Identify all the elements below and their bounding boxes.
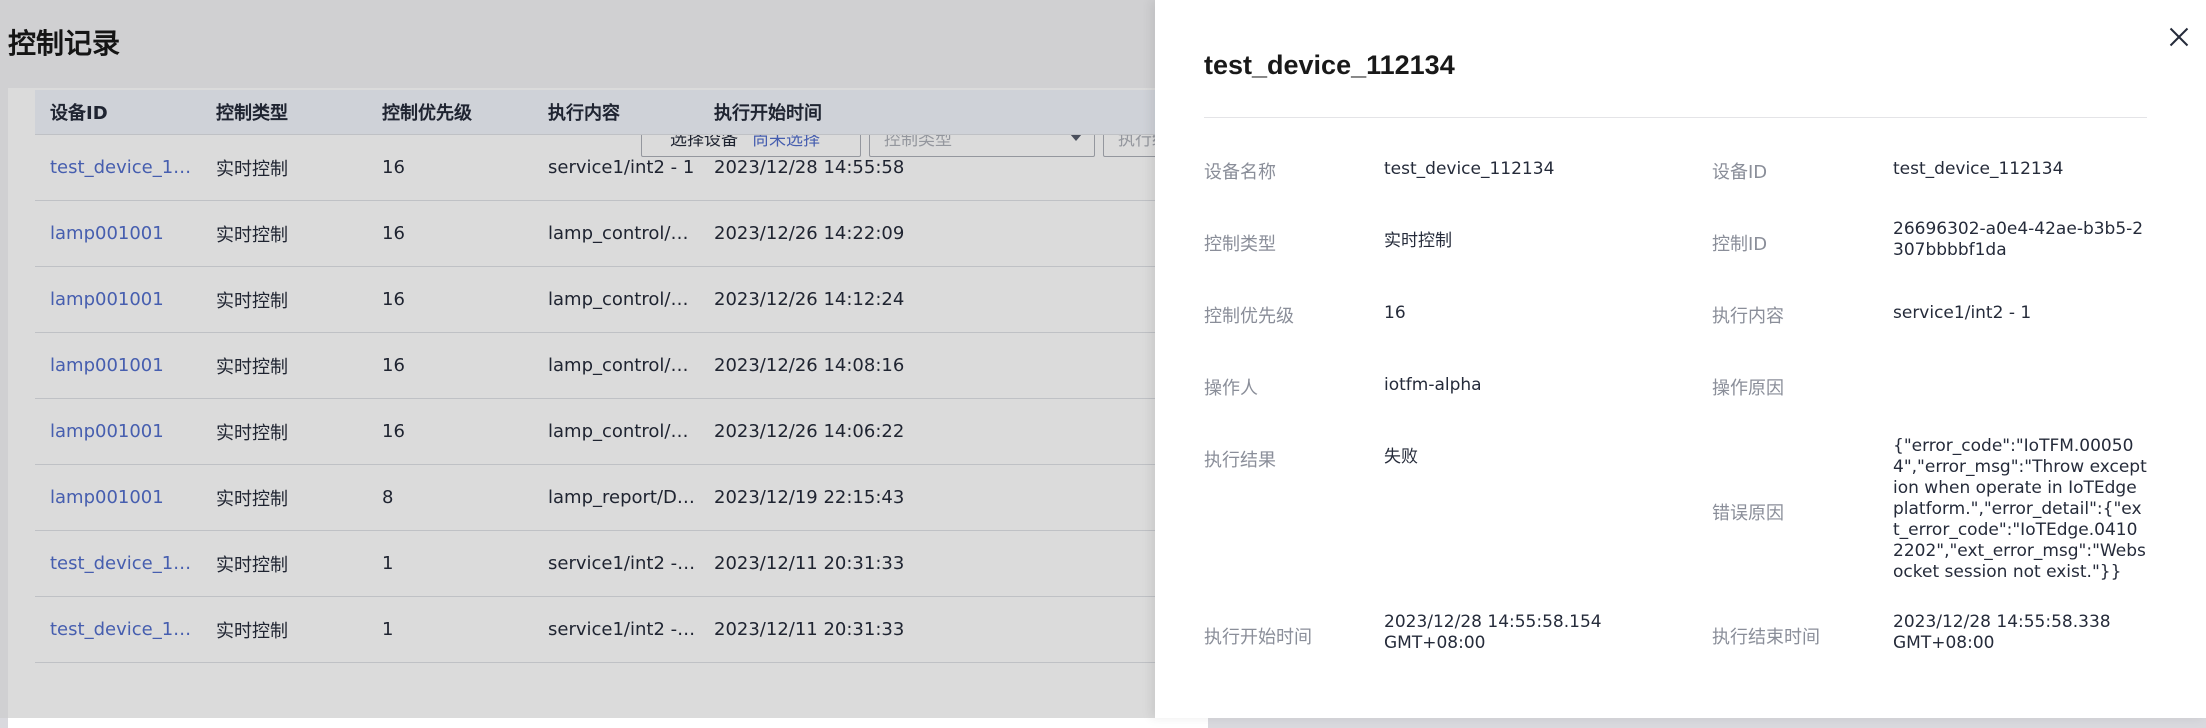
start-time-value: 2023/12/28 14:55:58.154 GMT+08:00 bbox=[1384, 612, 1602, 653]
end-time-label: 执行结束时间 bbox=[1712, 627, 1820, 648]
exec-content-label: 执行内容 bbox=[1712, 306, 1784, 327]
reason-label: 操作原因 bbox=[1712, 378, 1784, 399]
priority-value: 16 bbox=[1384, 303, 1406, 323]
control-id-value: 26696302-a0e4-42ae-b3b5-2307bbbbf1da bbox=[1893, 219, 2144, 260]
drawer-title: test_device_112134 bbox=[1204, 50, 1455, 80]
result-value: 失败 bbox=[1384, 447, 1418, 467]
operator-value: iotfm-alpha bbox=[1384, 375, 1482, 395]
close-icon[interactable] bbox=[2166, 24, 2192, 50]
control-id-label: 控制ID bbox=[1712, 234, 1768, 255]
device-name-value: test_device_112134 bbox=[1384, 159, 1555, 179]
priority-label: 控制优先级 bbox=[1204, 306, 1294, 327]
end-time-value: 2023/12/28 14:55:58.338 GMT+08:00 bbox=[1893, 612, 2111, 653]
operator-label: 操作人 bbox=[1204, 378, 1258, 399]
device-name-label: 设备名称 bbox=[1204, 162, 1276, 183]
device-id-label: 设备ID bbox=[1712, 162, 1768, 183]
divider bbox=[1204, 117, 2147, 118]
error-value: {"error_code":"IoTFM.000504","error_msg"… bbox=[1893, 436, 2147, 582]
error-label: 错误原因 bbox=[1712, 503, 1784, 524]
start-time-label: 执行开始时间 bbox=[1204, 627, 1312, 648]
exec-content-value: service1/int2 - 1 bbox=[1893, 303, 2032, 323]
record-detail-drawer: test_device_112134 设备名称 test_device_1121… bbox=[1155, 0, 2206, 718]
control-type-value: 实时控制 bbox=[1384, 231, 1452, 251]
device-id-value: test_device_112134 bbox=[1893, 159, 2064, 179]
control-type-label: 控制类型 bbox=[1204, 234, 1276, 255]
result-label: 执行结果 bbox=[1204, 450, 1276, 471]
